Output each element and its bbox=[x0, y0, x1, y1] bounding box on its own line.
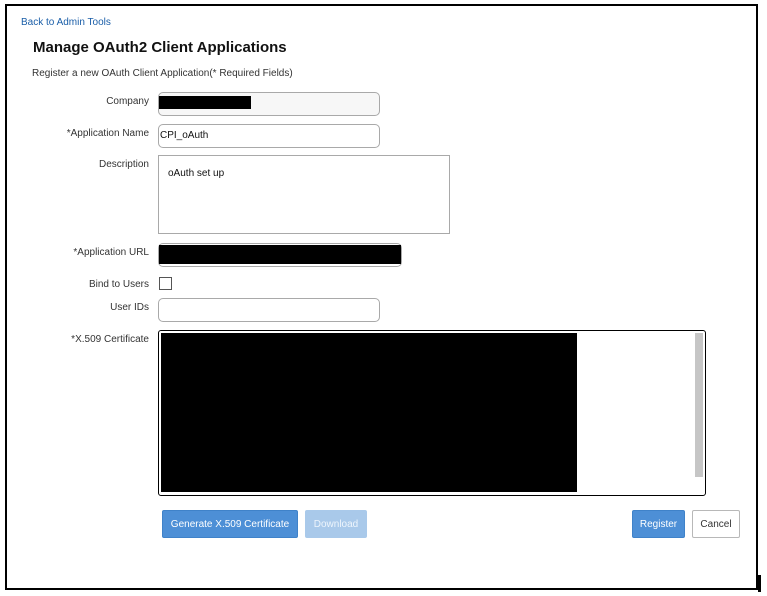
back-to-admin-tools-link[interactable]: Back to Admin Tools bbox=[21, 17, 111, 28]
bind-to-users-label: Bind to Users bbox=[88, 279, 149, 290]
application-name-value: CPI_oAuth bbox=[160, 130, 209, 141]
bind-to-users-checkbox[interactable] bbox=[159, 277, 172, 290]
dialog-frame bbox=[5, 4, 758, 590]
description-label: Description bbox=[98, 159, 149, 170]
redacted-url bbox=[159, 245, 401, 264]
redacted-certificate bbox=[161, 333, 577, 492]
redacted-company bbox=[159, 96, 251, 109]
application-name-label: *Application Name bbox=[66, 128, 149, 139]
certificate-label: *X.509 Certificate bbox=[71, 334, 149, 345]
page-title: Manage OAuth2 Client Applications bbox=[33, 39, 287, 56]
application-name-field[interactable]: CPI_oAuth bbox=[158, 124, 380, 148]
company-field bbox=[158, 92, 380, 116]
cancel-button[interactable]: Cancel bbox=[692, 510, 740, 538]
application-url-label: *Application URL bbox=[73, 247, 149, 258]
user-ids-label: User IDs bbox=[110, 302, 149, 313]
certificate-scrollbar[interactable] bbox=[695, 333, 703, 477]
page-subtitle: Register a new OAuth Client Application(… bbox=[32, 68, 293, 79]
certificate-field[interactable] bbox=[158, 330, 706, 496]
description-value: oAuth set up bbox=[168, 168, 225, 179]
user-ids-field[interactable] bbox=[158, 298, 380, 322]
company-label: Company bbox=[106, 96, 149, 107]
register-button[interactable]: Register bbox=[632, 510, 685, 538]
generate-certificate-button[interactable]: Generate X.509 Certificate bbox=[162, 510, 298, 538]
download-button[interactable]: Download bbox=[305, 510, 367, 538]
application-url-field[interactable] bbox=[158, 243, 402, 267]
frame-edge bbox=[758, 575, 761, 592]
description-field[interactable]: oAuth set up bbox=[158, 155, 450, 234]
